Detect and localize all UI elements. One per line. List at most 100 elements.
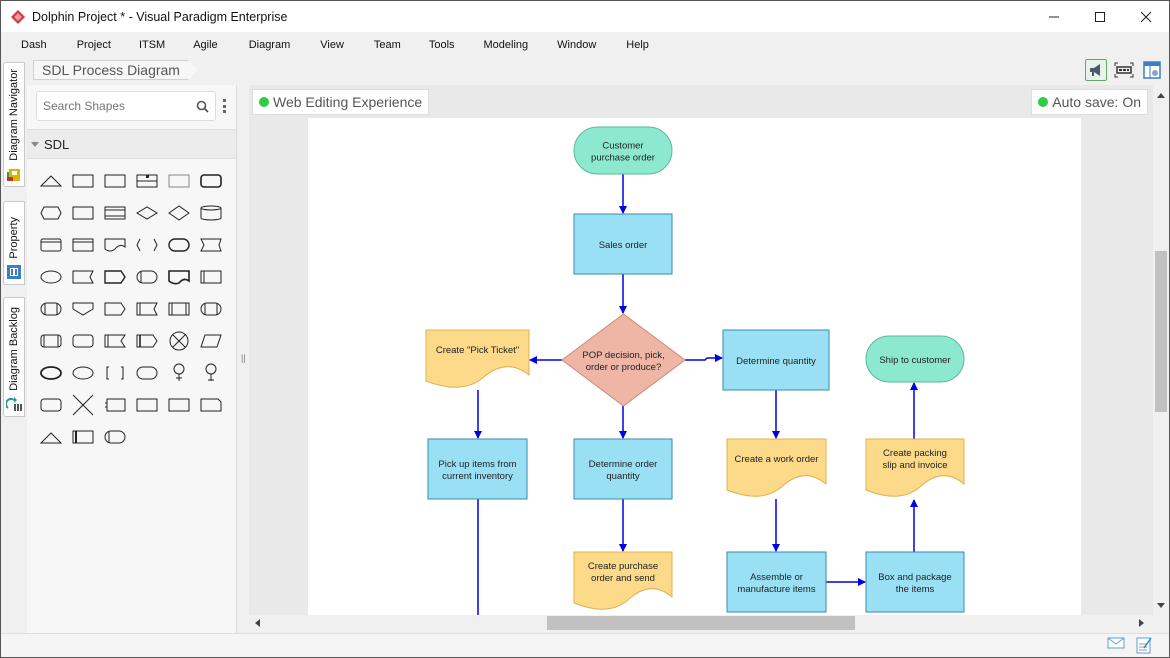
palette-shape-39[interactable]: [99, 357, 131, 389]
palette-shape-16[interactable]: [131, 229, 163, 261]
palette-shape-10[interactable]: [131, 197, 163, 229]
palette-shape-46[interactable]: [131, 389, 163, 421]
diagram-node-work-order[interactable]: Create a work order: [726, 438, 827, 497]
palette-shape-38[interactable]: [67, 357, 99, 389]
horizontal-scrollbar[interactable]: [249, 615, 1153, 631]
palette-shape-35[interactable]: [163, 325, 195, 357]
scroll-up-icon[interactable]: [1157, 93, 1165, 98]
palette-shape-26[interactable]: [67, 293, 99, 325]
diagram-node-ship[interactable]: Ship to customer: [865, 335, 965, 383]
palette-shape-30[interactable]: [195, 293, 227, 325]
palette-shape-33[interactable]: [99, 325, 131, 357]
diagram-node-pick-ticket[interactable]: Create "Pick Ticket": [425, 329, 530, 388]
diagram-node-packing-slip[interactable]: Create packingslip and invoice: [865, 438, 965, 497]
diagram-node-determine-qty[interactable]: Determine quantity: [722, 329, 830, 391]
palette-shape-9[interactable]: [99, 197, 131, 229]
panel-layout-button[interactable]: [1141, 59, 1163, 81]
palette-shape-37[interactable]: [35, 357, 67, 389]
diagram-node-box[interactable]: Box and packagethe items: [865, 551, 965, 613]
palette-shape-6[interactable]: [195, 165, 227, 197]
scroll-right-icon[interactable]: [1139, 619, 1144, 627]
scroll-down-icon[interactable]: [1157, 603, 1165, 608]
menu-window[interactable]: Window: [538, 32, 606, 56]
diagram-node-assemble[interactable]: Assemble ormanufacture items: [726, 551, 827, 613]
palette-shape-25[interactable]: [35, 293, 67, 325]
notes-icon[interactable]: [1135, 636, 1153, 654]
menu-agile[interactable]: Agile: [175, 32, 227, 56]
palette-shape-24[interactable]: [195, 261, 227, 293]
menu-dash[interactable]: Dash: [1, 32, 57, 56]
menu-team[interactable]: Team: [354, 32, 411, 56]
diagram-node-customer-po[interactable]: Customerpurchase order: [573, 126, 673, 175]
palette-shape-43[interactable]: [35, 389, 67, 421]
breadcrumb[interactable]: SDL Process Diagram: [33, 60, 198, 80]
palette-shape-11[interactable]: [163, 197, 195, 229]
fit-page-button[interactable]: [1113, 59, 1135, 81]
palette-splitter[interactable]: ||: [237, 85, 249, 633]
palette-shape-4[interactable]: [131, 165, 163, 197]
palette-shape-23[interactable]: [163, 261, 195, 293]
palette-shape-44[interactable]: [67, 389, 99, 421]
vertical-scroll-thumb[interactable]: [1155, 251, 1167, 412]
palette-shape-1[interactable]: [35, 165, 67, 197]
palette-shape-19[interactable]: [35, 261, 67, 293]
diagram-canvas[interactable]: Customer purchase order Sales order POP dec…: [249, 85, 1153, 615]
diagram-node-sales-order[interactable]: Sales order: [573, 213, 673, 275]
tab-diagram-navigator[interactable]: Diagram Navigator: [3, 62, 25, 187]
palette-shape-12[interactable]: [195, 197, 227, 229]
close-button[interactable]: [1123, 1, 1169, 32]
palette-shape-15[interactable]: [99, 229, 131, 261]
diagram-node-det-order-qty[interactable]: Determine orderquantity: [573, 438, 673, 500]
palette-shape-29[interactable]: [163, 293, 195, 325]
tab-property[interactable]: Property: [3, 201, 25, 285]
autosave-badge[interactable]: Auto save: On: [1031, 89, 1148, 115]
palette-shape-21[interactable]: [99, 261, 131, 293]
palette-shape-20[interactable]: [67, 261, 99, 293]
palette-shape-50[interactable]: [67, 421, 99, 453]
palette-shape-5[interactable]: [163, 165, 195, 197]
palette-shape-27[interactable]: [99, 293, 131, 325]
maximize-button[interactable]: [1077, 1, 1123, 32]
diagram-node-pick-up[interactable]: Pick up items fromcurrent inventory: [427, 438, 528, 500]
search-shapes-input[interactable]: [37, 92, 187, 120]
palette-shape-40[interactable]: [131, 357, 163, 389]
palette-shape-8[interactable]: [67, 197, 99, 229]
palette-shape-49[interactable]: [35, 421, 67, 453]
palette-shape-13[interactable]: [35, 229, 67, 261]
palette-shape-32[interactable]: [67, 325, 99, 357]
menu-tools[interactable]: Tools: [411, 32, 465, 56]
menu-itsm[interactable]: ITSM: [121, 32, 175, 56]
palette-shape-3[interactable]: [99, 165, 131, 197]
palette-shape-51[interactable]: [99, 421, 131, 453]
menu-project[interactable]: Project: [57, 32, 121, 56]
web-editing-badge[interactable]: Web Editing Experience: [252, 89, 430, 115]
palette-category-sdl[interactable]: SDL: [27, 129, 236, 159]
palette-shape-17[interactable]: [163, 229, 195, 261]
menu-modeling[interactable]: Modeling: [465, 32, 539, 56]
diagram-node-pop-decision[interactable]: POP decision, pick,order or produce?: [561, 313, 686, 407]
menu-diagram[interactable]: Diagram: [228, 32, 301, 56]
palette-shape-36[interactable]: [195, 325, 227, 357]
palette-shape-47[interactable]: [163, 389, 195, 421]
minimize-button[interactable]: [1031, 1, 1077, 32]
menu-view[interactable]: View: [300, 32, 354, 56]
palette-shape-2[interactable]: [67, 165, 99, 197]
palette-shape-18[interactable]: [195, 229, 227, 261]
diagram-node-purchase-order[interactable]: Create purchaseorder and send: [573, 551, 673, 610]
palette-shape-48[interactable]: [195, 389, 227, 421]
palette-more-icon[interactable]: [223, 99, 227, 113]
announcement-button[interactable]: [1085, 59, 1107, 81]
mail-icon[interactable]: [1107, 636, 1125, 650]
palette-shape-31[interactable]: [35, 325, 67, 357]
palette-shape-22[interactable]: [131, 261, 163, 293]
tab-diagram-backlog[interactable]: Diagram Backlog: [3, 297, 25, 417]
vertical-scrollbar[interactable]: [1153, 85, 1169, 615]
palette-shape-14[interactable]: [67, 229, 99, 261]
horizontal-scroll-thumb[interactable]: [547, 616, 855, 630]
menu-help[interactable]: Help: [606, 32, 659, 56]
palette-shape-7[interactable]: [35, 197, 67, 229]
scroll-left-icon[interactable]: [255, 619, 260, 627]
palette-shape-41[interactable]: [163, 357, 195, 389]
search-icon[interactable]: [196, 100, 209, 113]
palette-shape-28[interactable]: [131, 293, 163, 325]
